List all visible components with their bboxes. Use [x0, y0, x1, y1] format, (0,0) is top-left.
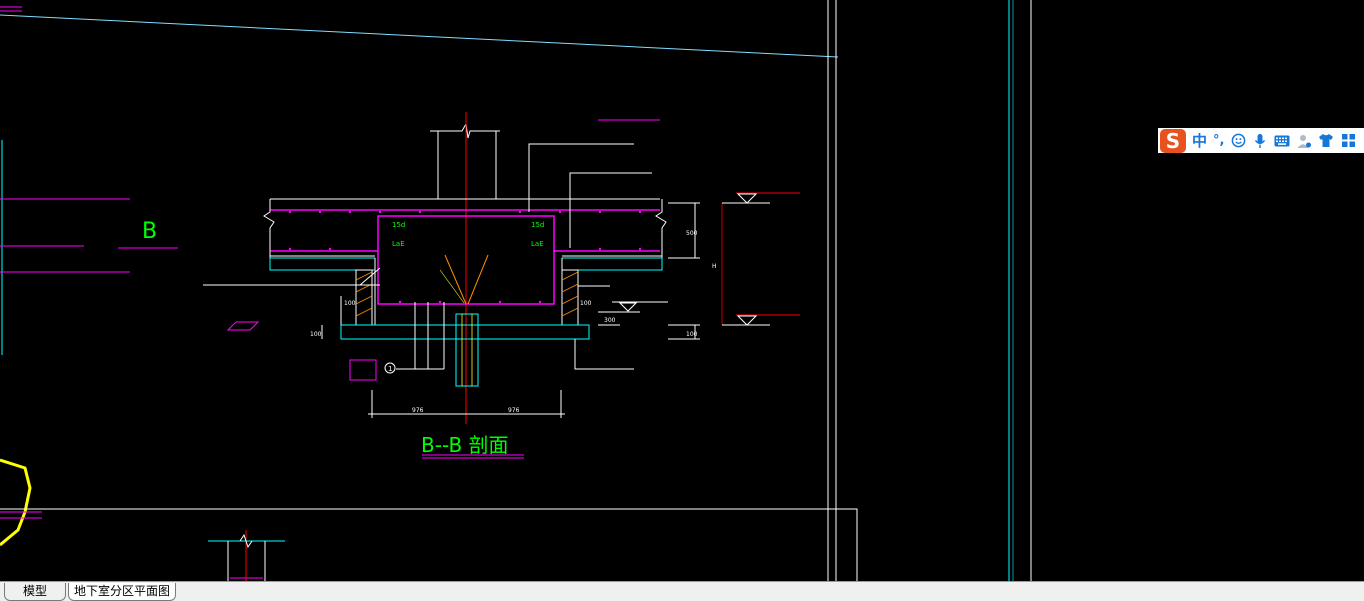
tab-model[interactable]: 模型 — [4, 583, 66, 601]
keyboard-icon[interactable] — [1274, 133, 1290, 149]
rebar-label: 15d — [531, 221, 544, 229]
dimension-text: 100 — [344, 300, 356, 307]
shirt-icon[interactable] — [1318, 133, 1334, 149]
input-mode-toggle[interactable]: 中 — [1192, 130, 1207, 151]
user-icon[interactable] — [1296, 133, 1312, 149]
punctuation-toggle[interactable]: °, — [1213, 133, 1224, 148]
dimension-text: 500 — [686, 230, 698, 237]
dimension-text: H — [712, 263, 717, 270]
microphone-icon[interactable] — [1252, 133, 1268, 149]
rebar-label: LaE — [531, 240, 544, 248]
grid-icon[interactable] — [1340, 133, 1356, 149]
detail-number: 1 — [388, 365, 392, 373]
sogou-logo-icon[interactable]: S — [1160, 128, 1186, 153]
dimension-text: 100 — [686, 331, 698, 338]
cad-drawing-canvas[interactable]: B 15d 15d LaE LaE 1 100 100 100 300 500 … — [0, 0, 1364, 581]
dimension-text: 300 — [604, 317, 616, 324]
section-marker-label: B — [142, 219, 157, 244]
dimension-text: 100 — [310, 331, 322, 338]
section-title: B--B 剖面 — [421, 433, 509, 457]
smile-icon[interactable] — [1230, 133, 1246, 149]
tab-basement-zoning-plan[interactable]: 地下室分区平面图 — [68, 583, 176, 601]
dimension-text: 976 — [412, 407, 424, 414]
layout-tab-bar: 模型 地下室分区平面图 — [0, 581, 1364, 601]
rebar-label: 15d — [392, 221, 405, 229]
ime-toolbar[interactable]: S 中 °, — [1158, 128, 1364, 153]
rebar-label: LaE — [392, 240, 405, 248]
dimension-text: 100 — [580, 300, 592, 307]
dimension-text: 976 — [508, 407, 520, 414]
